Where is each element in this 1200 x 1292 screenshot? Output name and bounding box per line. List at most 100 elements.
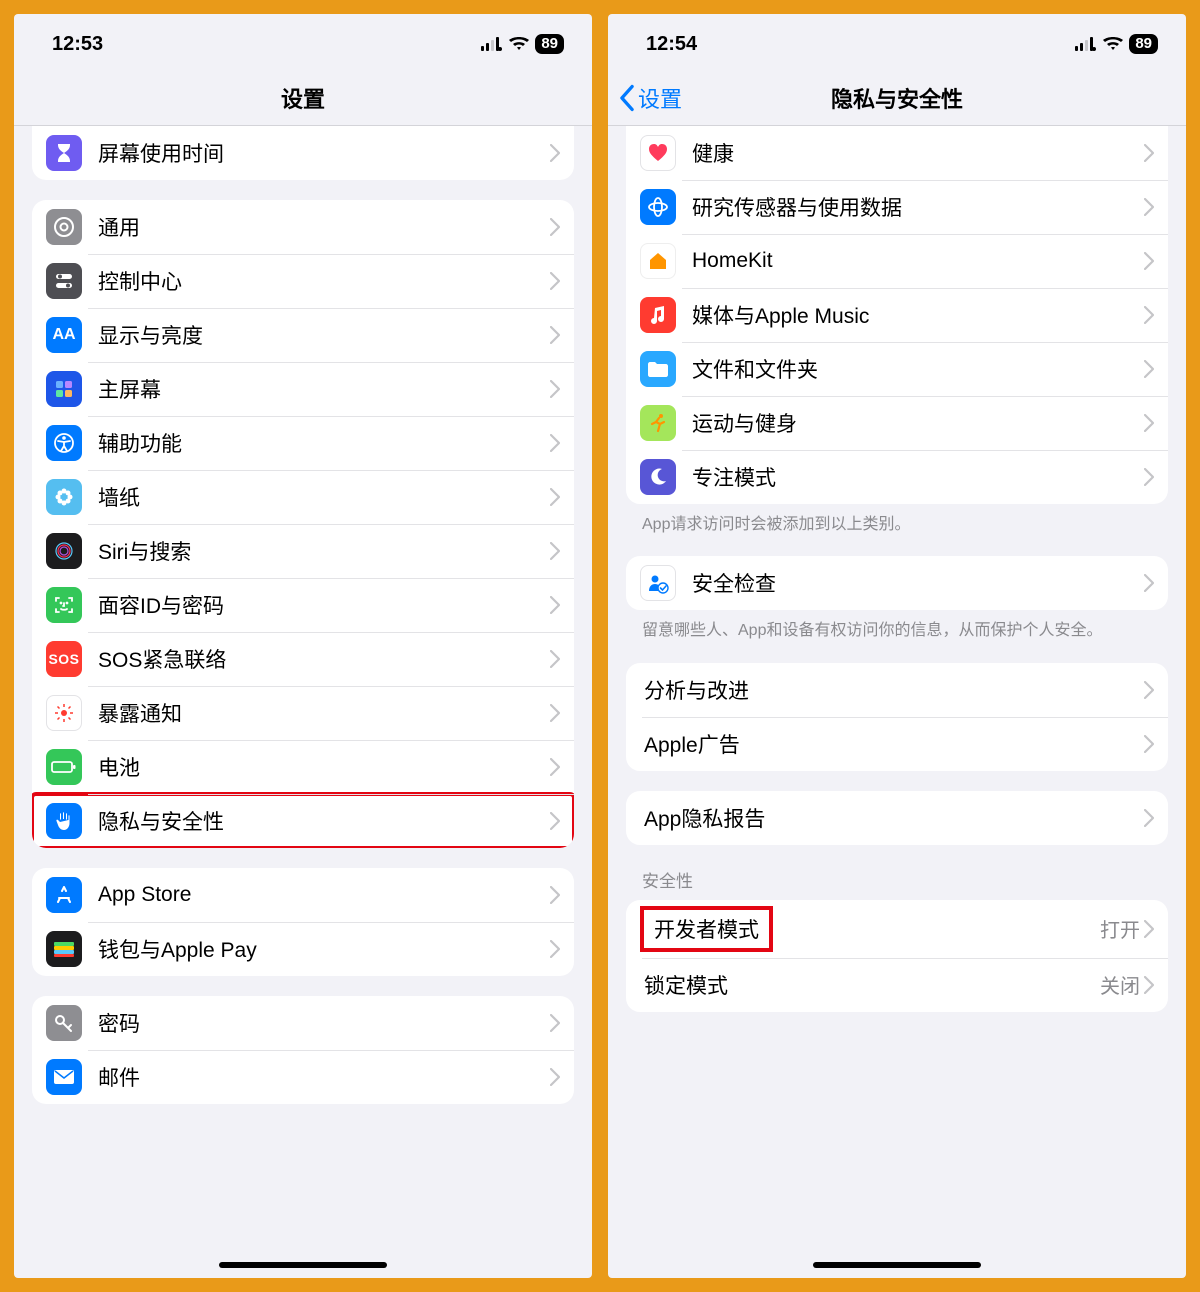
row-battery[interactable]: 电池 — [32, 740, 574, 794]
row-faceid-passcode[interactable]: 面容ID与密码 — [32, 578, 574, 632]
chevron-icon — [1144, 252, 1154, 270]
row-analytics-improvements[interactable]: 分析与改进 — [626, 663, 1168, 717]
row-siri-search[interactable]: Siri与搜索 — [32, 524, 574, 578]
row-label: 安全检查 — [692, 568, 1144, 598]
row-label: 屏幕使用时间 — [98, 138, 550, 168]
battery-icon — [46, 749, 82, 785]
chevron-icon — [550, 650, 560, 668]
row-exposure-notifications[interactable]: 暴露通知 — [32, 686, 574, 740]
chevron-icon — [550, 488, 560, 506]
row-label: 电池 — [98, 752, 550, 782]
chevron-icon — [550, 596, 560, 614]
row-display-brightness[interactable]: AA 显示与亮度 — [32, 308, 574, 362]
row-label: 主屏幕 — [98, 374, 550, 404]
siri-icon — [46, 533, 82, 569]
row-motion-fitness[interactable]: 运动与健身 — [626, 396, 1168, 450]
row-safety-check[interactable]: 安全检查 — [626, 556, 1168, 610]
chevron-icon — [550, 1068, 560, 1086]
row-mail[interactable]: 邮件 — [32, 1050, 574, 1104]
chevron-icon — [1144, 198, 1154, 216]
flower-icon — [46, 479, 82, 515]
chevron-icon — [550, 380, 560, 398]
mail-icon — [46, 1059, 82, 1095]
row-passwords[interactable]: 密码 — [32, 996, 574, 1050]
row-label: 邮件 — [98, 1062, 550, 1092]
row-sos[interactable]: SOS SOS紧急联络 — [32, 632, 574, 686]
row-label: 钱包与Apple Pay — [98, 934, 550, 964]
faceid-icon — [46, 587, 82, 623]
row-general[interactable]: 通用 — [32, 200, 574, 254]
row-privacy-security[interactable]: 隐私与安全性 — [32, 794, 574, 848]
row-health[interactable]: 健康 — [626, 126, 1168, 180]
row-label: 墙纸 — [98, 482, 550, 512]
nav-title: 设置 — [281, 82, 325, 114]
row-label: 分析与改进 — [644, 675, 1144, 705]
row-focus[interactable]: 专注模式 — [626, 450, 1168, 504]
chevron-icon — [1144, 920, 1154, 938]
row-developer-mode[interactable]: 开发者模式 打开 — [626, 900, 1168, 958]
chevron-icon — [1144, 306, 1154, 324]
moon-icon — [640, 459, 676, 495]
row-control-center[interactable]: 控制中心 — [32, 254, 574, 308]
nav-bar: 设置 — [14, 70, 592, 126]
row-homekit[interactable]: HomeKit — [626, 234, 1168, 288]
group-footer-categories: App请求访问时会被添加到以上类别。 — [626, 504, 1168, 536]
row-lockdown-mode[interactable]: 锁定模式 关闭 — [626, 958, 1168, 1012]
row-screen-time[interactable]: 屏幕使用时间 — [32, 126, 574, 180]
chevron-icon — [1144, 809, 1154, 827]
status-bar: 12:54 89 — [608, 14, 1186, 70]
nav-back-label: 设置 — [638, 82, 682, 114]
row-label: 文件和文件夹 — [692, 354, 1144, 384]
safety-check-icon — [640, 565, 676, 601]
row-files-folders[interactable]: 文件和文件夹 — [626, 342, 1168, 396]
nav-back-button[interactable]: 设置 — [618, 82, 682, 114]
status-right: 89 — [481, 34, 564, 54]
chevron-icon — [550, 812, 560, 830]
row-app-privacy-report[interactable]: App隐私报告 — [626, 791, 1168, 845]
accessibility-icon — [46, 425, 82, 461]
phone-privacy: 12:54 89 设置 隐私与安全性 健康 研究传感器与使用数据 — [608, 14, 1186, 1278]
row-research-sensor[interactable]: 研究传感器与使用数据 — [626, 180, 1168, 234]
nav-bar: 设置 隐私与安全性 — [608, 70, 1186, 126]
row-wallet-applepay[interactable]: 钱包与Apple Pay — [32, 922, 574, 976]
home-indicator — [813, 1262, 981, 1268]
group-categories: 健康 研究传感器与使用数据 HomeKit 媒体与Apple Music 文件和 — [626, 126, 1168, 504]
content-area: 健康 研究传感器与使用数据 HomeKit 媒体与Apple Music 文件和 — [608, 126, 1186, 1278]
chevron-icon — [1144, 360, 1154, 378]
chevron-icon — [550, 326, 560, 344]
chevron-icon — [550, 434, 560, 452]
row-label: 面容ID与密码 — [98, 590, 550, 620]
chevron-icon — [550, 758, 560, 776]
wifi-icon — [509, 37, 529, 51]
group-header-security: 安全性 — [626, 845, 1168, 900]
row-label: App隐私报告 — [644, 803, 1144, 833]
row-label: Siri与搜索 — [98, 536, 550, 566]
chevron-icon — [1144, 144, 1154, 162]
row-apple-advertising[interactable]: Apple广告 — [626, 717, 1168, 771]
hourglass-icon — [46, 135, 82, 171]
sos-icon: SOS — [46, 641, 82, 677]
row-home-screen[interactable]: 主屏幕 — [32, 362, 574, 416]
status-bar: 12:53 89 — [14, 14, 592, 70]
chevron-icon — [550, 704, 560, 722]
home-icon — [640, 243, 676, 279]
row-label: 研究传感器与使用数据 — [692, 192, 1144, 222]
group-security: 开发者模式 打开 锁定模式 关闭 — [626, 900, 1168, 1012]
key-icon — [46, 1005, 82, 1041]
row-label: 专注模式 — [692, 462, 1144, 492]
row-label: 锁定模式 — [644, 970, 1100, 1000]
group-screentime: 屏幕使用时间 — [32, 126, 574, 180]
row-accessibility[interactable]: 辅助功能 — [32, 416, 574, 470]
row-label: 健康 — [692, 138, 1144, 168]
row-label: 隐私与安全性 — [98, 806, 550, 836]
group-safety-check: 安全检查 — [626, 556, 1168, 610]
row-app-store[interactable]: App Store — [32, 868, 574, 922]
row-media-apple-music[interactable]: 媒体与Apple Music — [626, 288, 1168, 342]
switches-icon — [46, 263, 82, 299]
music-icon — [640, 297, 676, 333]
status-right: 89 — [1075, 34, 1158, 54]
cellular-icon — [481, 37, 503, 51]
row-wallpaper[interactable]: 墙纸 — [32, 470, 574, 524]
chevron-icon — [550, 144, 560, 162]
chevron-icon — [1144, 574, 1154, 592]
